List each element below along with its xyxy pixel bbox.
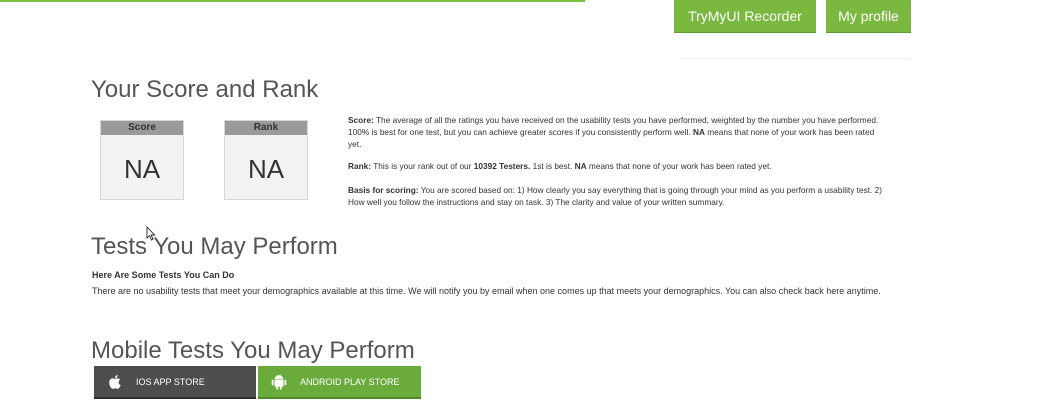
mouse-cursor-icon [146,226,156,241]
score-term: Score: [348,115,374,125]
score-value: NA [123,154,161,184]
score-na: NA [692,127,705,137]
rank-card-label: Rank [225,121,307,135]
rank-term: Rank: [348,161,372,171]
android-icon [271,374,287,390]
tests-message: There are no usability tests that meet y… [92,286,881,296]
score-card-label: Score [101,121,183,135]
mobile-tests-title: Mobile Tests You May Perform [91,337,415,364]
basis-description: Basis for scoring: You are scored based … [348,184,888,208]
rank-description: Rank: This is your rank out of our 10392… [348,160,888,172]
basis-term: Basis for scoring: [348,185,419,195]
my-profile-button[interactable]: My profile [826,0,911,33]
basis-text: You are scored based on: 1) How clearly … [348,185,883,207]
android-play-store-button[interactable]: ANDROID PLAY STORE [258,366,421,399]
rank-testers: 10392 Testers. [473,161,531,171]
score-card: Score NA [100,120,184,200]
rank-text-1: This is your rank out of our [371,161,474,171]
rank-value: NA [247,154,285,184]
tests-subtitle: Here Are Some Tests You Can Do [92,270,235,280]
rank-na: NA [574,161,587,171]
score-rank-title: Your Score and Rank [91,76,319,103]
rank-card: Rank NA [224,120,308,200]
trymyui-recorder-button[interactable]: TryMyUI Recorder [674,0,816,33]
ios-app-store-label: IOS APP STORE [136,377,205,387]
ios-app-store-button[interactable]: IOS APP STORE [94,366,256,399]
apple-icon [109,375,121,389]
android-play-store-label: ANDROID PLAY STORE [300,377,400,387]
header-divider [680,58,910,59]
tests-title: Tests You May Perform [91,233,338,260]
score-description: Score: The average of all the ratings yo… [348,114,888,150]
rank-text-3: means that none of your work has been ra… [586,161,772,171]
rank-text-2: 1st is best. [530,161,575,171]
header-accent-line [0,0,585,2]
